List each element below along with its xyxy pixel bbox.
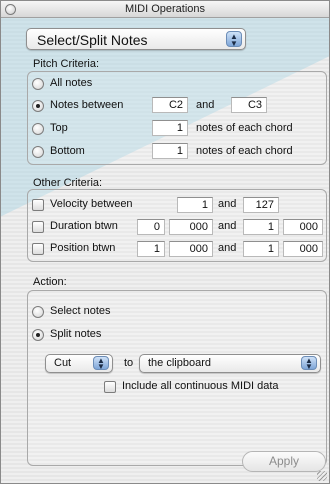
velocity-and-label: and: [218, 198, 237, 210]
top-suffix-label: notes of each chord: [196, 122, 293, 134]
split-mode-arrows-icon: ▲ ▼: [93, 356, 109, 371]
top-count-field[interactable]: 1: [152, 120, 188, 136]
velocity-label: Velocity between: [50, 198, 133, 210]
all-notes-label: All notes: [50, 77, 93, 89]
velocity-checkbox[interactable]: [32, 199, 44, 211]
resize-grip-icon[interactable]: [317, 471, 327, 481]
select-notes-label: Select notes: [50, 305, 111, 317]
notes-between-radio[interactable]: [32, 100, 44, 112]
duration-and-label: and: [218, 220, 237, 232]
top-radio[interactable]: [32, 123, 44, 135]
midi-operations-window: MIDI Operations Select/Split Notes ▲ ▼ Pi…: [0, 0, 330, 484]
pitch-and-label: and: [196, 99, 215, 111]
velocity-from-field[interactable]: 1: [177, 197, 213, 213]
velocity-to-field[interactable]: 127: [243, 197, 279, 213]
select-notes-radio[interactable]: [32, 306, 44, 318]
bottom-count-field[interactable]: 1: [152, 143, 188, 159]
duration-to-b-field[interactable]: 000: [283, 219, 323, 235]
position-to-a-field[interactable]: 1: [243, 241, 279, 257]
all-notes-radio[interactable]: [32, 78, 44, 90]
action-label: Action:: [33, 276, 67, 288]
pitch-from-field[interactable]: C2: [152, 97, 188, 113]
position-from-b-field[interactable]: 000: [169, 241, 213, 257]
include-midi-checkbox[interactable]: [104, 381, 116, 393]
title-bar: MIDI Operations: [1, 1, 329, 18]
duration-from-a-field[interactable]: 0: [137, 219, 165, 235]
destination-arrows-icon: ▲ ▼: [301, 356, 317, 371]
position-to-b-field[interactable]: 000: [283, 241, 323, 257]
operation-popup[interactable]: Select/Split Notes ▲ ▼: [26, 28, 246, 50]
split-notes-label: Split notes: [50, 328, 102, 340]
top-label: Top: [50, 122, 68, 134]
destination-popup[interactable]: the clipboard ▲ ▼: [139, 354, 321, 373]
pitch-criteria-label: Pitch Criteria:: [33, 58, 100, 70]
notes-between-label: Notes between: [50, 99, 124, 111]
duration-checkbox[interactable]: [32, 221, 44, 233]
destination-value: the clipboard: [148, 357, 211, 369]
duration-to-a-field[interactable]: 1: [243, 219, 279, 235]
position-from-a-field[interactable]: 1: [137, 241, 165, 257]
bottom-radio[interactable]: [32, 146, 44, 158]
position-and-label: and: [218, 242, 237, 254]
position-checkbox[interactable]: [32, 243, 44, 255]
duration-from-b-field[interactable]: 000: [169, 219, 213, 235]
apply-button[interactable]: Apply: [242, 451, 326, 472]
position-label: Position btwn: [50, 242, 116, 254]
duration-label: Duration btwn: [50, 220, 118, 232]
bottom-suffix-label: notes of each chord: [196, 145, 293, 157]
pitch-to-field[interactable]: C3: [231, 97, 267, 113]
split-notes-radio[interactable]: [32, 329, 44, 341]
window-title: MIDI Operations: [124, 3, 206, 15]
to-label: to: [124, 357, 134, 369]
include-midi-label: Include all continuous MIDI data: [122, 380, 279, 392]
popup-arrows-icon: ▲ ▼: [226, 31, 242, 48]
split-mode-value: Cut: [54, 357, 72, 369]
operation-popup-label: Select/Split Notes: [37, 32, 148, 48]
bottom-label: Bottom: [50, 145, 85, 157]
other-criteria-label: Other Criteria:: [33, 177, 103, 189]
split-mode-popup[interactable]: Cut ▲ ▼: [45, 354, 113, 373]
